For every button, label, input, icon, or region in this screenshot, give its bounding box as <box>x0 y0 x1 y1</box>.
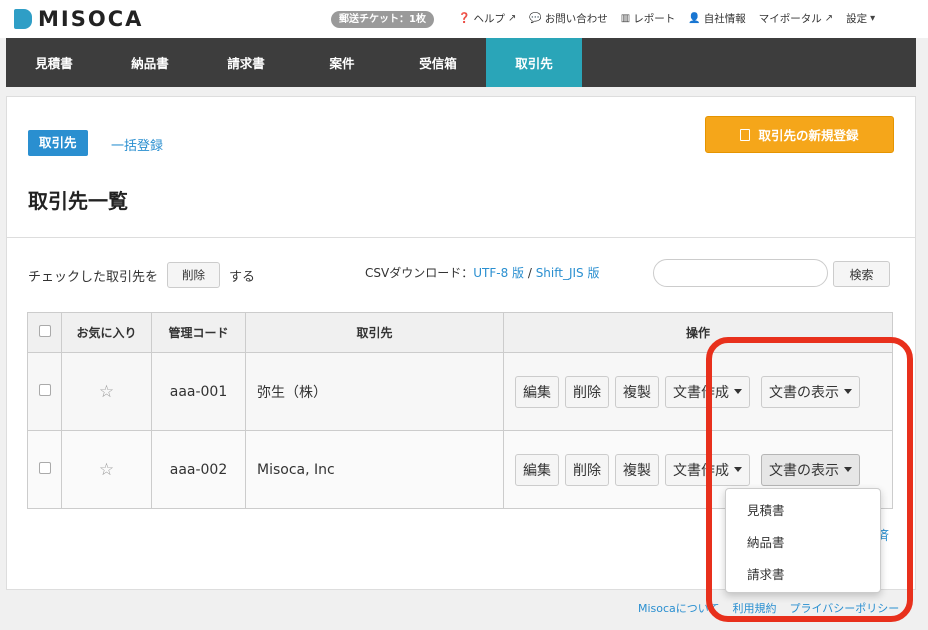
new-client-button[interactable]: 取引先の新規登録 <box>705 116 894 153</box>
my-portal-link[interactable]: マイポータル ↗ <box>759 11 833 26</box>
external-link-icon: ↗ <box>824 13 834 24</box>
csv-download: CSVダウンロード：UTF-8 版 / Shift_JIS 版 <box>365 266 600 280</box>
header-client: 取引先 <box>245 312 504 353</box>
search-button[interactable]: 検索 <box>833 261 890 287</box>
header-favorite: お気に入り <box>61 312 152 353</box>
chat-icon: 💬 <box>529 13 542 24</box>
report-link[interactable]: ▥ レポート <box>621 11 675 26</box>
row-checkbox[interactable] <box>38 384 51 396</box>
highlight-annotation <box>706 337 913 622</box>
nav-item-estimates[interactable]: 見積書 <box>6 38 102 87</box>
tab-bulk-register[interactable]: 一括登録 <box>111 135 163 154</box>
main-nav: 見積書 納品書 請求書 案件 受信箱 取引先 <box>6 38 916 87</box>
client-code: aaa-001 <box>151 352 246 431</box>
contact-link[interactable]: 💬 お問い合わせ <box>529 11 607 26</box>
bulk-delete-button[interactable]: 削除 <box>167 262 221 288</box>
client-name[interactable]: 弥生（株） <box>245 352 504 431</box>
row-select-cell <box>27 352 62 431</box>
brand-name: MISOCA <box>38 7 144 31</box>
edit-button[interactable]: 編集 <box>515 453 559 486</box>
divider <box>7 237 915 238</box>
question-icon: ❓ <box>458 13 471 24</box>
search-input[interactable] <box>653 259 828 287</box>
favorite-cell: ☆ <box>61 352 152 431</box>
select-all-cell <box>27 312 62 353</box>
caret-down-icon: ▾ <box>870 13 876 24</box>
select-all-checkbox[interactable] <box>38 325 51 337</box>
page-title: 取引先一覧 <box>28 189 128 213</box>
bulk-action: チェックした取引先を 削除 する <box>28 262 255 288</box>
delete-button[interactable]: 削除 <box>565 375 609 408</box>
help-link[interactable]: ❓ ヘルプ ↗ <box>458 11 516 26</box>
nav-item-clients[interactable]: 取引先 <box>486 38 582 87</box>
nav-item-invoices[interactable]: 請求書 <box>198 38 294 87</box>
chart-icon: ▥ <box>620 13 631 24</box>
client-name[interactable]: Misoca, Inc <box>245 430 504 509</box>
star-icon[interactable]: ☆ <box>99 460 114 480</box>
star-icon[interactable]: ☆ <box>99 382 114 402</box>
user-icon: 👤 <box>688 13 701 24</box>
delete-button[interactable]: 削除 <box>565 453 609 486</box>
csv-sjis-link[interactable]: Shift_JIS 版 <box>536 266 600 280</box>
tab-clients[interactable]: 取引先 <box>28 130 88 156</box>
duplicate-button[interactable]: 複製 <box>615 453 659 486</box>
top-bar: MISOCA 郵送チケット：1枚 ❓ ヘルプ ↗ 💬 お問い合わせ ▥ レポート 👤 自社… <box>0 0 928 38</box>
settings-menu[interactable]: 設定 ▾ <box>846 11 875 26</box>
csv-utf8-link[interactable]: UTF-8 版 <box>473 266 524 280</box>
nav-item-inbox[interactable]: 受信箱 <box>390 38 486 87</box>
top-links: ❓ ヘルプ ↗ 💬 お問い合わせ ▥ レポート 👤 自社情報 マイポータル ↗ 設定 ▾ <box>458 11 875 26</box>
client-code: aaa-002 <box>151 430 246 509</box>
header-code: 管理コード <box>151 312 246 353</box>
edit-button[interactable]: 編集 <box>515 375 559 408</box>
nav-item-projects[interactable]: 案件 <box>294 38 390 87</box>
logo-mark-icon <box>14 9 32 29</box>
duplicate-button[interactable]: 複製 <box>615 375 659 408</box>
company-info-link[interactable]: 👤 自社情報 <box>688 11 745 26</box>
row-select-cell <box>27 430 62 509</box>
brand-logo[interactable]: MISOCA <box>14 7 143 31</box>
mail-ticket-badge[interactable]: 郵送チケット：1枚 <box>331 11 434 28</box>
favorite-cell: ☆ <box>61 430 152 509</box>
row-checkbox[interactable] <box>38 462 51 474</box>
external-link-icon: ↗ <box>507 13 517 24</box>
document-icon <box>740 128 751 141</box>
nav-item-delivery-notes[interactable]: 納品書 <box>102 38 198 87</box>
